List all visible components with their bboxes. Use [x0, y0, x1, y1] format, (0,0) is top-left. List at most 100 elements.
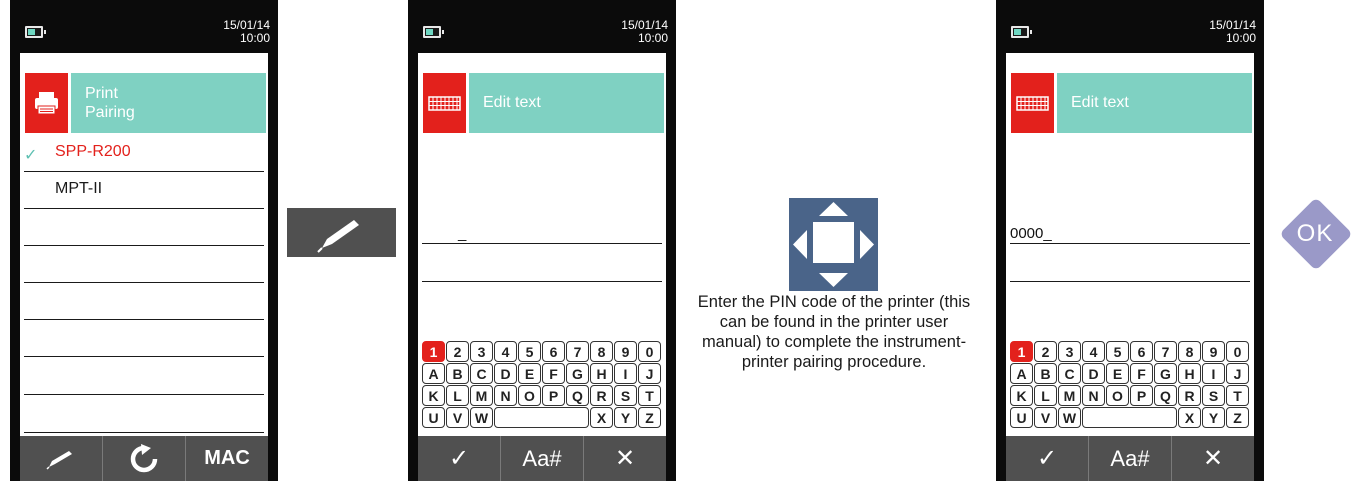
key-w[interactable]: W	[1058, 407, 1081, 428]
key-3[interactable]: 3	[470, 341, 493, 362]
list-item-empty[interactable]	[24, 320, 264, 357]
key-6[interactable]: 6	[1130, 341, 1153, 362]
key-g[interactable]: G	[1154, 363, 1177, 384]
key-r[interactable]: R	[1178, 385, 1201, 406]
key-u[interactable]: U	[1010, 407, 1033, 428]
key-r[interactable]: R	[590, 385, 613, 406]
key-2[interactable]: 2	[446, 341, 469, 362]
key-7[interactable]: 7	[566, 341, 589, 362]
text-mode-softkey[interactable]: Aa#	[1088, 436, 1171, 481]
key-y[interactable]: Y	[614, 407, 637, 428]
key-8[interactable]: 8	[590, 341, 613, 362]
key-z[interactable]: Z	[638, 407, 661, 428]
key-a[interactable]: A	[1010, 363, 1033, 384]
key-3[interactable]: 3	[1058, 341, 1081, 362]
key-t[interactable]: T	[638, 385, 661, 406]
status-time: 10:00	[637, 31, 668, 45]
key-5[interactable]: 5	[1106, 341, 1129, 362]
key-x[interactable]: X	[590, 407, 613, 428]
title-line-2: Pairing	[85, 104, 135, 121]
key-s[interactable]: S	[614, 385, 637, 406]
key-u[interactable]: U	[422, 407, 445, 428]
key-p[interactable]: P	[1130, 385, 1153, 406]
key-space[interactable]	[494, 407, 589, 428]
list-item-empty[interactable]	[24, 209, 264, 246]
key-5[interactable]: 5	[518, 341, 541, 362]
key-6[interactable]: 6	[542, 341, 565, 362]
mac-softkey[interactable]: MAC	[185, 436, 268, 481]
cancel-softkey[interactable]: ✕	[1171, 436, 1254, 481]
title-bar: Edit text	[1011, 73, 1252, 133]
list-item-empty[interactable]	[24, 396, 264, 433]
key-l[interactable]: L	[446, 385, 469, 406]
key-4[interactable]: 4	[494, 341, 517, 362]
key-q[interactable]: Q	[566, 385, 589, 406]
key-a[interactable]: A	[422, 363, 445, 384]
instruction-caption: Enter the PIN code of the printer (this …	[697, 293, 971, 371]
key-p[interactable]: P	[542, 385, 565, 406]
key-c[interactable]: C	[1058, 363, 1081, 384]
key-4[interactable]: 4	[1082, 341, 1105, 362]
key-n[interactable]: N	[494, 385, 517, 406]
key-d[interactable]: D	[494, 363, 517, 384]
key-t[interactable]: T	[1226, 385, 1249, 406]
key-space[interactable]	[1082, 407, 1177, 428]
key-8[interactable]: 8	[1178, 341, 1201, 362]
text-mode-softkey[interactable]: Aa#	[500, 436, 583, 481]
ok-button-label[interactable]: OK	[1280, 215, 1350, 253]
key-f[interactable]: F	[542, 363, 565, 384]
list-item-empty[interactable]	[24, 358, 264, 395]
key-k[interactable]: K	[1010, 385, 1033, 406]
pin-input-field[interactable]: 0000_	[1010, 225, 1250, 244]
key-q[interactable]: Q	[1154, 385, 1177, 406]
key-o[interactable]: O	[518, 385, 541, 406]
key-0[interactable]: 0	[1226, 341, 1249, 362]
key-7[interactable]: 7	[1154, 341, 1177, 362]
confirm-softkey[interactable]: ✓	[418, 436, 500, 481]
pin-input-value: 0000_	[1010, 225, 1052, 242]
refresh-softkey[interactable]	[102, 436, 185, 481]
key-m[interactable]: M	[1058, 385, 1081, 406]
key-0[interactable]: 0	[638, 341, 661, 362]
key-l[interactable]: L	[1034, 385, 1057, 406]
key-b[interactable]: B	[1034, 363, 1057, 384]
list-item-empty[interactable]	[24, 283, 264, 320]
key-c[interactable]: C	[470, 363, 493, 384]
key-z[interactable]: Z	[1226, 407, 1249, 428]
key-e[interactable]: E	[518, 363, 541, 384]
key-y[interactable]: Y	[1202, 407, 1225, 428]
key-s[interactable]: S	[1202, 385, 1225, 406]
confirm-softkey[interactable]: ✓	[1006, 436, 1088, 481]
key-d[interactable]: D	[1082, 363, 1105, 384]
key-i[interactable]: I	[614, 363, 637, 384]
key-w[interactable]: W	[470, 407, 493, 428]
device-screen-print-pairing: 15/01/14 10:00 Print Pairing ✓ SPP-R200 …	[10, 0, 278, 481]
list-item-printer-spp-r200[interactable]: ✓ SPP-R200	[24, 135, 264, 172]
edit-softkey[interactable]	[20, 436, 102, 481]
cancel-softkey[interactable]: ✕	[583, 436, 666, 481]
key-1[interactable]: 1	[422, 341, 445, 362]
list-item-empty[interactable]	[24, 246, 264, 283]
key-g[interactable]: G	[566, 363, 589, 384]
key-x[interactable]: X	[1178, 407, 1201, 428]
text-input-field[interactable]: _	[422, 225, 662, 244]
key-e[interactable]: E	[1106, 363, 1129, 384]
list-item-printer-mpt-ii[interactable]: MPT-II	[24, 172, 264, 209]
key-v[interactable]: V	[446, 407, 469, 428]
key-m[interactable]: M	[470, 385, 493, 406]
key-9[interactable]: 9	[614, 341, 637, 362]
key-h[interactable]: H	[1178, 363, 1201, 384]
key-o[interactable]: O	[1106, 385, 1129, 406]
key-v[interactable]: V	[1034, 407, 1057, 428]
key-k[interactable]: K	[422, 385, 445, 406]
key-i[interactable]: I	[1202, 363, 1225, 384]
key-j[interactable]: J	[638, 363, 661, 384]
key-f[interactable]: F	[1130, 363, 1153, 384]
key-j[interactable]: J	[1226, 363, 1249, 384]
key-h[interactable]: H	[590, 363, 613, 384]
key-9[interactable]: 9	[1202, 341, 1225, 362]
key-1[interactable]: 1	[1010, 341, 1033, 362]
key-n[interactable]: N	[1082, 385, 1105, 406]
key-b[interactable]: B	[446, 363, 469, 384]
key-2[interactable]: 2	[1034, 341, 1057, 362]
